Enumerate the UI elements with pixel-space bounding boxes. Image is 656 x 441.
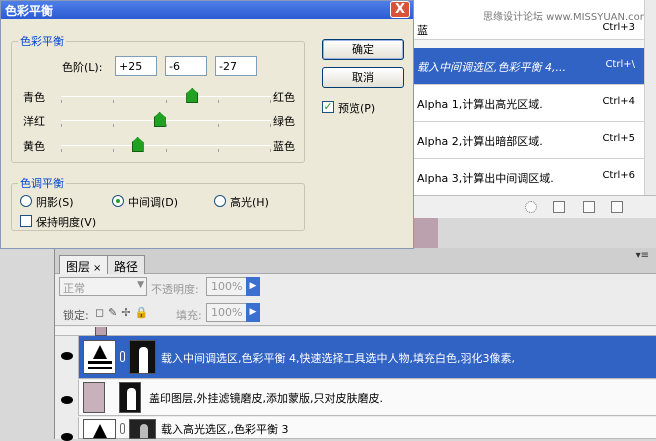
- adjustment-layer-thumbnail: [83, 419, 116, 439]
- group-legend: 色彩平衡: [20, 35, 64, 48]
- preserve-luminosity-label[interactable]: 保持明度(V): [36, 214, 96, 230]
- tab-label: 图层: [66, 260, 91, 274]
- channel-name: Alpha 3,计算出中间调区域.: [417, 172, 554, 185]
- level-magenta-green-input[interactable]: [165, 56, 207, 76]
- trash-icon[interactable]: [611, 201, 623, 213]
- channel-shortcut: Ctrl+6: [602, 170, 635, 181]
- layers-tabbar: 图层 × 路径 ▾≡: [55, 248, 656, 274]
- preview-label[interactable]: 预览(P): [338, 100, 375, 116]
- channel-row-alpha2[interactable]: Alpha 2,计算出暗部区域. Ctrl+5: [413, 122, 645, 159]
- tab-layers[interactable]: 图层 ×: [59, 255, 109, 274]
- midtones-label[interactable]: 中间调(D): [128, 194, 178, 210]
- layer-row-highlight[interactable]: 载入高光选区,,色彩平衡 3: [55, 417, 656, 441]
- lock-row: 锁定: ◻✎✢🔒 填充: 100% ▶: [55, 300, 656, 326]
- channel-shortcut: Ctrl+\: [605, 59, 635, 70]
- highlights-label[interactable]: 高光(H): [230, 194, 269, 210]
- channel-shortcut: Ctrl+5: [602, 133, 635, 144]
- magenta-green-slider-track[interactable]: [61, 120, 271, 127]
- layer-thumbnail: [95, 327, 107, 336]
- channel-row-alpha1[interactable]: Alpha 1,计算出高光区域. Ctrl+4: [413, 85, 645, 122]
- slider-right-label: 绿色: [273, 115, 295, 128]
- cancel-button[interactable]: 取消: [322, 67, 404, 88]
- opacity-slider-arrow-icon[interactable]: ▶: [246, 277, 260, 296]
- dialog-titlebar[interactable]: 色彩平衡 X: [1, 1, 413, 19]
- chain-link-icon[interactable]: [120, 351, 125, 362]
- canvas-image-strip: [412, 218, 438, 248]
- cyan-red-slider-track[interactable]: [61, 96, 271, 103]
- channel-name: Alpha 1,计算出高光区域.: [417, 98, 543, 111]
- layer-row-selected[interactable]: 载入中间调选区,色彩平衡 4,快速选择工具选中人物,填充白色,羽化3像素,: [55, 336, 656, 379]
- slider-left-label: 洋红: [23, 115, 45, 128]
- channels-panel: 蓝 Ctrl+3 思缘设计论坛 www.MISSYUAN.com 载入中间调选区…: [412, 0, 656, 218]
- image-layer-thumbnail: [83, 382, 105, 413]
- highlights-radio[interactable]: [214, 195, 226, 207]
- channel-name: Alpha 2,计算出暗部区域.: [417, 135, 543, 148]
- layers-panel: 图层 × 路径 ▾≡ 正常 ▼ 不透明度: 100% ▶ 锁定: ◻✎✢🔒 填充:…: [54, 248, 656, 441]
- eye-icon[interactable]: [55, 417, 79, 441]
- tab-label: 路径: [114, 260, 139, 274]
- channel-name: 蓝: [417, 24, 428, 37]
- panel-menu-icon[interactable]: ▾≡: [636, 250, 649, 261]
- slider-left-label: 黄色: [23, 140, 45, 153]
- preview-checkbox[interactable]: ✓: [322, 101, 334, 113]
- new-channel-icon[interactable]: [583, 201, 595, 213]
- color-balance-dialog: 色彩平衡 X 色彩平衡 色阶(L): 青色 红色 洋红 绿色 黄色 蓝色 色调平…: [0, 0, 414, 249]
- blend-mode-value: 正常: [63, 282, 85, 295]
- layer-name: 载入高光选区,,色彩平衡 3: [161, 423, 289, 436]
- opacity-label: 不透明度:: [151, 283, 199, 296]
- dotted-circle-icon[interactable]: [525, 201, 537, 213]
- lock-label: 锁定:: [63, 309, 89, 322]
- blend-mode-select[interactable]: 正常 ▼: [59, 277, 147, 296]
- layer-mask-thumbnail: [129, 340, 156, 374]
- yellow-blue-slider-track[interactable]: [61, 145, 271, 152]
- slider-right-label: 蓝色: [273, 140, 295, 153]
- chain-link-icon[interactable]: [120, 423, 125, 434]
- chevron-down-icon: ▼: [137, 280, 144, 290]
- lock-icons[interactable]: ◻✎✢🔒: [95, 306, 152, 319]
- levels-label: 色阶(L):: [62, 61, 103, 74]
- blend-row: 正常 ▼ 不透明度: 100% ▶: [55, 274, 656, 300]
- channel-shortcut: Ctrl+4: [602, 96, 635, 107]
- level-cyan-red-input[interactable]: [115, 56, 157, 76]
- eye-icon[interactable]: [55, 336, 79, 379]
- channel-row-alpha3[interactable]: Alpha 3,计算出中间调区域. Ctrl+6: [413, 159, 645, 196]
- midtones-radio[interactable]: [112, 195, 124, 207]
- layer-name: 载入中间调选区,色彩平衡 4,快速选择工具选中人物,填充白色,羽化3像素,: [161, 352, 515, 365]
- slider-left-label: 青色: [23, 91, 45, 104]
- channels-scrollbar[interactable]: [644, 0, 656, 195]
- channel-shortcut: Ctrl+3: [602, 22, 635, 33]
- fill-label: 填充:: [176, 309, 202, 322]
- layer-row-stamp[interactable]: 盖印图层,外挂滤镜磨皮,添加蒙版,只对皮肤磨皮.: [55, 380, 656, 416]
- shadows-radio[interactable]: [20, 195, 32, 207]
- fill-slider-arrow-icon[interactable]: ▶: [246, 303, 260, 322]
- group-legend: 色调平衡: [20, 177, 64, 190]
- layer-name: 盖印图层,外挂滤镜磨皮,添加蒙版,只对皮肤磨皮.: [149, 392, 383, 405]
- slider-right-label: 红色: [273, 91, 295, 104]
- shadows-label[interactable]: 阴影(S): [36, 194, 74, 210]
- adjustment-layer-thumbnail: [83, 340, 116, 374]
- preserve-luminosity-checkbox[interactable]: [20, 215, 32, 227]
- eye-icon[interactable]: [55, 380, 79, 416]
- tab-paths[interactable]: 路径: [107, 255, 146, 274]
- ok-button[interactable]: 确定: [322, 39, 404, 60]
- close-icon[interactable]: ×: [93, 263, 101, 274]
- channel-name: 载入中间调选区,色彩平衡 4,...: [417, 61, 566, 74]
- layer-mask-thumbnail: [119, 382, 141, 413]
- color-balance-group: 色彩平衡: [11, 33, 305, 163]
- layer-row-partial: [55, 327, 656, 336]
- close-button[interactable]: X: [390, 1, 410, 18]
- channels-toolbar: [413, 195, 656, 218]
- workspace-background: [438, 218, 656, 248]
- channel-row-blue[interactable]: 蓝 Ctrl+3 思缘设计论坛 www.MISSYUAN.com: [413, 0, 650, 40]
- dialog-title: 色彩平衡: [5, 4, 54, 18]
- channel-row-midtone-selection[interactable]: 载入中间调选区,色彩平衡 4,... Ctrl+\: [413, 48, 645, 85]
- level-yellow-blue-input[interactable]: [215, 56, 257, 76]
- layer-mask-thumbnail: [129, 419, 156, 439]
- watermark-text: 思缘设计论坛 www.MISSYUAN.com: [483, 12, 650, 23]
- save-selection-icon[interactable]: [553, 201, 565, 213]
